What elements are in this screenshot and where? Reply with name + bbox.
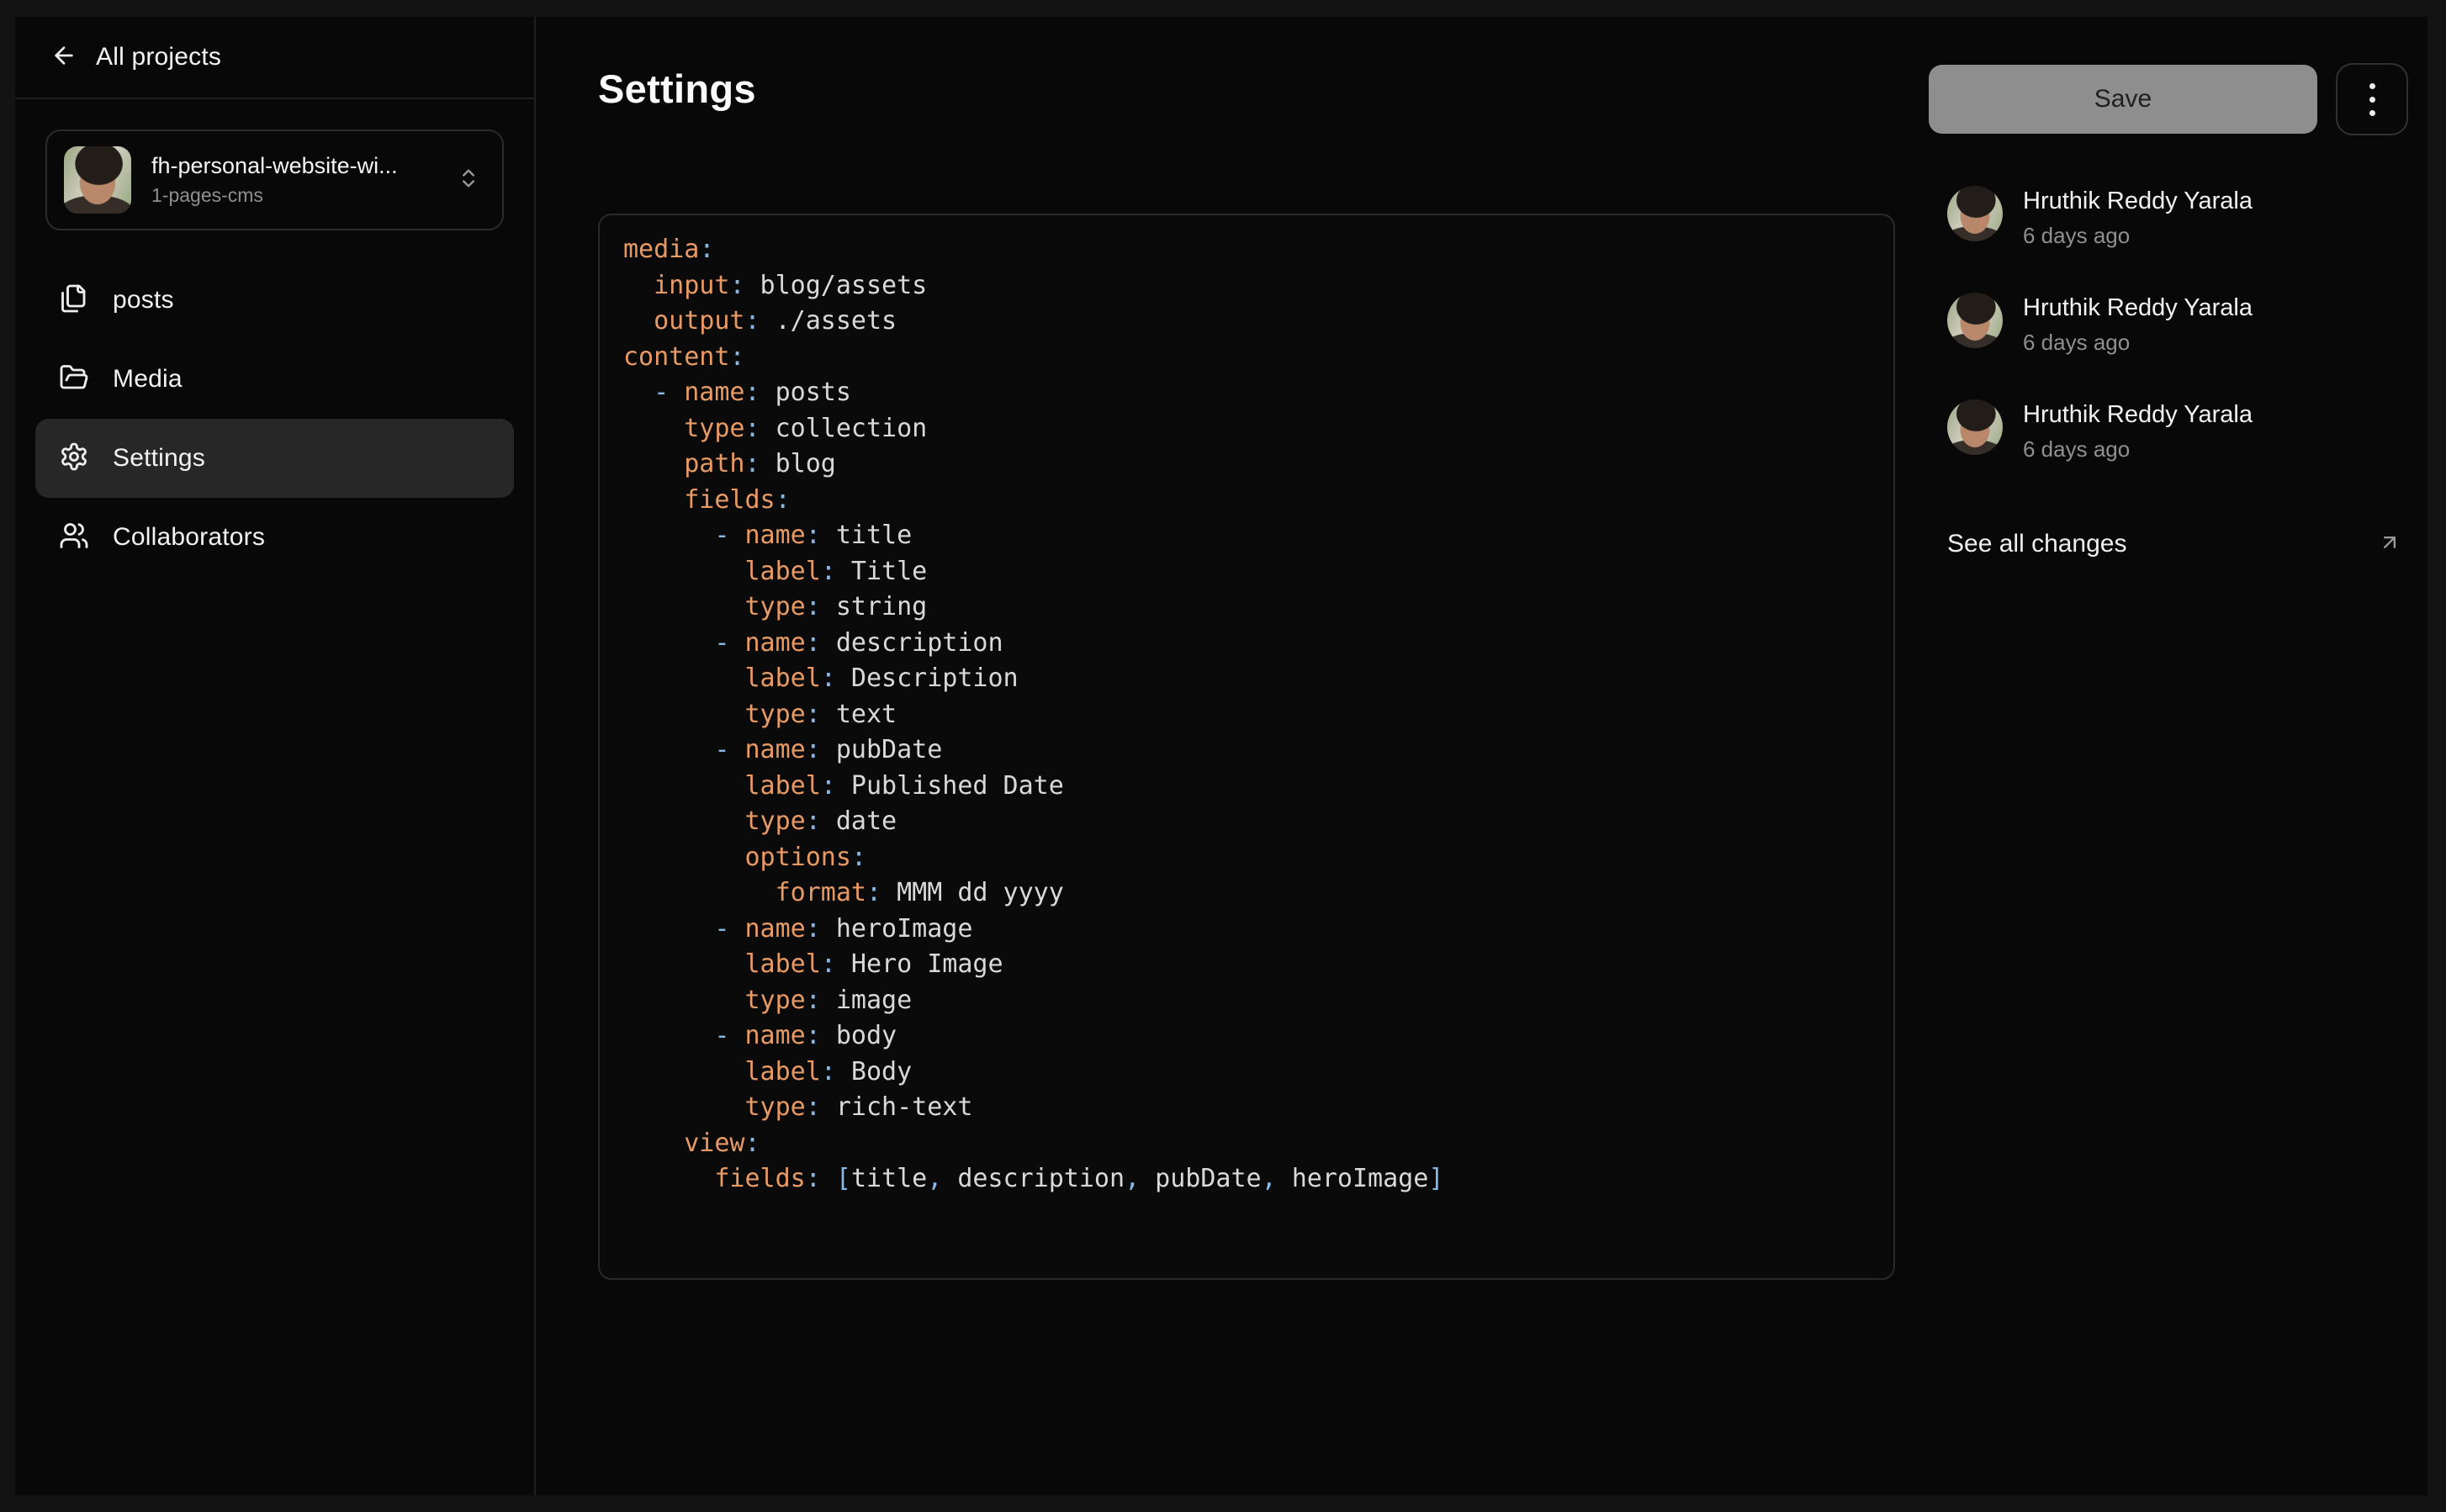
save-button[interactable]: Save	[1929, 65, 2317, 134]
code-line: type: string	[623, 589, 1870, 626]
avatar	[1947, 293, 2003, 348]
change-author: Hruthik Reddy Yarala	[2023, 188, 2253, 215]
sidebar-item-settings[interactable]: Settings	[35, 419, 514, 498]
change-entry: Hruthik Reddy Yarala 6 days ago	[1947, 186, 2408, 249]
project-repo: 1-pages-cms	[151, 184, 437, 207]
change-author: Hruthik Reddy Yarala	[2023, 401, 2253, 429]
see-all-changes-link[interactable]: See all changes	[1947, 530, 2408, 558]
change-timestamp: 6 days ago	[2023, 330, 2253, 356]
code-line: type: image	[623, 983, 1870, 1019]
change-entry: Hruthik Reddy Yarala 6 days ago	[1947, 293, 2408, 356]
avatar	[1947, 399, 2003, 455]
kebab-menu-icon	[2369, 83, 2375, 116]
code-line: label: Body	[623, 1055, 1870, 1091]
project-selector[interactable]: fh-personal-website-wi... 1-pages-cms	[45, 130, 504, 230]
sidebar-item-label: Settings	[113, 444, 205, 473]
code-line: - name: posts	[623, 375, 1870, 411]
sidebar-item-label: Collaborators	[113, 523, 265, 552]
right-panel: Save Hruthik Reddy Yarala 6 days ago Hru…	[1929, 17, 2408, 1495]
code-line: options:	[623, 840, 1870, 876]
code-line: view:	[623, 1126, 1870, 1162]
code-line: content:	[623, 340, 1870, 376]
chevrons-up-down-icon	[457, 167, 480, 194]
change-timestamp: 6 days ago	[2023, 223, 2253, 249]
code-line: label: Hero Image	[623, 947, 1870, 983]
header-actions: Save	[1929, 63, 2408, 135]
code-line: label: Title	[623, 554, 1870, 590]
sidebar-item-collaborators[interactable]: Collaborators	[35, 498, 514, 577]
all-projects-back-link[interactable]: All projects	[15, 17, 534, 99]
all-projects-label: All projects	[96, 43, 221, 71]
code-line: - name: pubDate	[623, 732, 1870, 769]
change-author: Hruthik Reddy Yarala	[2023, 294, 2253, 322]
arrow-left-icon	[50, 42, 77, 73]
code-line: type: rich-text	[623, 1090, 1870, 1126]
sidebar-item-label: posts	[113, 286, 174, 315]
sidebar-nav: posts Media Settings	[35, 261, 514, 577]
code-line: - name: description	[623, 626, 1870, 662]
change-timestamp: 6 days ago	[2023, 436, 2253, 463]
code-line: output: ./assets	[623, 304, 1870, 340]
app-window: All projects fh-personal-website-wi... 1…	[15, 17, 2427, 1495]
code-line: media:	[623, 232, 1870, 268]
code-line: label: Published Date	[623, 769, 1870, 805]
code-line: path: blog	[623, 447, 1870, 483]
code-line: fields: [title, description, pubDate, he…	[623, 1161, 1870, 1197]
code-line: type: collection	[623, 411, 1870, 447]
code-line: label: Description	[623, 661, 1870, 697]
main-content: Settings media: input: blog/assets outpu…	[536, 17, 1929, 1495]
gear-icon	[59, 441, 89, 476]
code-line: - name: title	[623, 518, 1870, 554]
code-line: type: date	[623, 804, 1870, 840]
see-all-changes-label: See all changes	[1947, 530, 2127, 558]
arrow-up-right-icon	[2378, 531, 2401, 558]
sidebar: All projects fh-personal-website-wi... 1…	[15, 17, 536, 1495]
recent-changes-list: Hruthik Reddy Yarala 6 days ago Hruthik …	[1929, 186, 2408, 558]
yaml-config-editor[interactable]: media: input: blog/assets output: ./asse…	[598, 214, 1895, 1280]
project-name: fh-personal-website-wi...	[151, 153, 437, 179]
sidebar-item-label: Media	[113, 365, 183, 394]
project-avatar	[64, 146, 131, 214]
more-options-button[interactable]	[2336, 63, 2408, 135]
code-line: type: text	[623, 697, 1870, 733]
folder-open-icon	[59, 362, 89, 397]
change-entry: Hruthik Reddy Yarala 6 days ago	[1947, 399, 2408, 463]
page-title: Settings	[598, 66, 1929, 112]
code-line: fields:	[623, 483, 1870, 519]
sidebar-item-media[interactable]: Media	[35, 340, 514, 419]
code-line: - name: body	[623, 1018, 1870, 1055]
code-line: format: MMM dd yyyy	[623, 875, 1870, 912]
yaml-editor-content[interactable]: media: input: blog/assets output: ./asse…	[623, 232, 1870, 1197]
users-icon	[59, 521, 89, 555]
code-line: input: blog/assets	[623, 268, 1870, 304]
code-line: - name: heroImage	[623, 912, 1870, 948]
files-icon	[59, 283, 89, 318]
sidebar-item-posts[interactable]: posts	[35, 261, 514, 340]
avatar	[1947, 186, 2003, 241]
